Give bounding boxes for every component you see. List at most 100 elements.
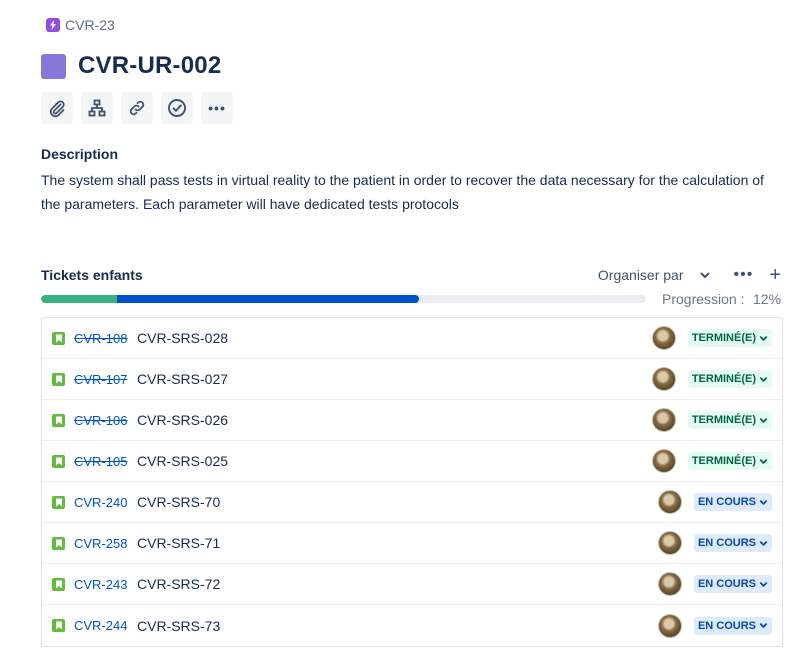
chevron-down-icon — [759, 498, 768, 507]
story-bookmark-icon — [52, 577, 65, 591]
status-dropdown[interactable]: TERMINÉ(E) — [687, 329, 772, 347]
story-bookmark-icon — [52, 454, 65, 468]
child-issue-key[interactable]: CVR-258 — [74, 536, 129, 551]
child-issue-meta: EN COURS — [657, 572, 782, 596]
child-issue-row[interactable]: CVR-244 CVR-SRS-73 EN COURS — [42, 605, 782, 646]
issue-type-icon — [41, 53, 66, 79]
paperclip-icon — [49, 100, 65, 118]
child-issues-header: Tickets enfants Organiser par ••• + — [41, 265, 781, 285]
assignee-avatar[interactable] — [657, 572, 682, 596]
story-bookmark-icon — [52, 619, 65, 632]
child-issues-actions: Organiser par ••• + — [598, 265, 781, 285]
assignee-avatar[interactable] — [657, 490, 682, 514]
chevron-down-icon[interactable] — [698, 268, 712, 282]
child-issue-row[interactable]: CVR-106 CVR-SRS-026 TERMINÉ(E) — [42, 400, 782, 441]
child-issue-meta: TERMINÉ(E) — [651, 449, 782, 473]
child-issues-title: Tickets enfants — [41, 267, 143, 283]
child-issue-summary[interactable]: CVR-SRS-027 — [137, 371, 228, 387]
child-issue-row[interactable]: CVR-105 CVR-SRS-025 TERMINÉ(E) — [42, 441, 782, 482]
child-issue-row[interactable]: CVR-108 CVR-SRS-028 TERMINÉ(E) — [42, 318, 782, 359]
issue-toolbar: ••• — [41, 92, 233, 124]
status-label: EN COURS — [697, 619, 756, 632]
add-child-issue-button[interactable]: + — [769, 265, 781, 285]
assignee-avatar[interactable] — [651, 326, 676, 350]
child-issue-row[interactable]: CVR-258 CVR-SRS-71 EN COURS — [42, 523, 782, 564]
description-label: Description — [41, 146, 119, 162]
child-issue-key[interactable]: CVR-107 — [74, 372, 129, 387]
epic-lightning-icon — [46, 18, 60, 32]
chevron-down-icon — [759, 580, 768, 589]
child-issue-meta: TERMINÉ(E) — [651, 408, 782, 432]
link-issue-button[interactable] — [121, 92, 153, 124]
more-actions-button[interactable]: ••• — [201, 92, 233, 124]
story-bookmark-icon — [52, 413, 65, 427]
status-label: EN COURS — [697, 578, 756, 590]
child-issue-row[interactable]: CVR-243 CVR-SRS-72 EN COURS — [42, 564, 782, 605]
parent-issue-key[interactable]: CVR-23 — [65, 17, 115, 33]
child-issue-key[interactable]: CVR-105 — [74, 454, 129, 469]
child-issue-row[interactable]: CVR-107 CVR-SRS-027 TERMINÉ(E) — [42, 359, 782, 400]
child-issue-summary[interactable]: CVR-SRS-028 — [137, 330, 228, 346]
child-issue-meta: TERMINÉ(E) — [651, 367, 782, 391]
status-dropdown[interactable]: TERMINÉ(E) — [687, 370, 772, 388]
assignee-avatar[interactable] — [657, 531, 682, 555]
child-issue-summary[interactable]: CVR-SRS-71 — [137, 535, 220, 551]
child-issue-key[interactable]: CVR-106 — [74, 413, 129, 428]
child-issue-meta: EN COURS — [657, 490, 782, 514]
assignee-avatar[interactable] — [651, 449, 676, 473]
assignee-avatar[interactable] — [657, 613, 682, 638]
child-issue-key[interactable]: CVR-244 — [74, 618, 129, 633]
story-bookmark-icon — [52, 372, 65, 386]
chevron-down-icon — [759, 539, 768, 548]
link-icon — [129, 100, 145, 116]
issue-title[interactable]: CVR-UR-002 — [78, 52, 221, 80]
child-issue-summary[interactable]: CVR-SRS-72 — [137, 576, 220, 592]
assignee-avatar[interactable] — [651, 367, 676, 391]
status-dropdown[interactable]: EN COURS — [693, 534, 772, 552]
more-icon: ••• — [208, 100, 226, 116]
status-label: TERMINÉ(E) — [691, 455, 756, 467]
status-label: EN COURS — [697, 537, 756, 549]
description-text[interactable]: The system shall pass tests in virtual r… — [41, 168, 781, 216]
child-issue-meta: EN COURS — [657, 613, 782, 638]
check-circle-icon — [168, 99, 186, 117]
chevron-down-icon — [759, 621, 768, 630]
status-label: TERMINÉ(E) — [691, 373, 756, 385]
progress-inprogress-segment — [116, 295, 420, 303]
hierarchy-icon — [88, 99, 106, 117]
child-issues-more-button[interactable]: ••• — [734, 267, 754, 283]
child-issue-row[interactable]: CVR-240 CVR-SRS-70 EN COURS — [42, 482, 782, 523]
issue-title-row: CVR-UR-002 — [41, 52, 221, 80]
child-issues-list: CVR-108 CVR-SRS-028 TERMINÉ(E) CVR-107 C… — [41, 317, 783, 647]
child-issue-key[interactable]: CVR-108 — [74, 331, 129, 346]
chevron-down-icon — [759, 375, 768, 384]
child-issue-key[interactable]: CVR-240 — [74, 495, 129, 510]
progress-bar — [41, 295, 646, 303]
progress-row: Progression : 12% — [41, 291, 781, 307]
child-issue-summary[interactable]: CVR-SRS-73 — [137, 618, 220, 634]
approve-button[interactable] — [161, 92, 193, 124]
status-dropdown[interactable]: EN COURS — [693, 616, 772, 635]
chevron-down-icon — [759, 416, 768, 425]
parent-breadcrumb[interactable]: CVR-23 — [46, 17, 115, 33]
story-bookmark-icon — [52, 331, 65, 345]
child-issue-key[interactable]: CVR-243 — [74, 577, 129, 592]
progress-done-segment — [41, 295, 117, 303]
child-issue-summary[interactable]: CVR-SRS-025 — [137, 453, 228, 469]
chevron-down-icon — [759, 334, 768, 343]
progress-value: 12% — [752, 291, 781, 307]
child-issue-summary[interactable]: CVR-SRS-70 — [137, 494, 220, 510]
status-dropdown[interactable]: TERMINÉ(E) — [687, 452, 772, 470]
status-label: TERMINÉ(E) — [691, 414, 756, 426]
assignee-avatar[interactable] — [651, 408, 676, 432]
status-label: TERMINÉ(E) — [691, 332, 756, 344]
sort-by-button[interactable]: Organiser par — [598, 267, 684, 283]
attach-button[interactable] — [41, 92, 73, 124]
child-issue-button[interactable] — [81, 92, 113, 124]
status-dropdown[interactable]: EN COURS — [693, 493, 772, 511]
progress-label: Progression : — [662, 291, 745, 307]
child-issue-summary[interactable]: CVR-SRS-026 — [137, 412, 228, 428]
story-bookmark-icon — [52, 536, 65, 550]
status-dropdown[interactable]: TERMINÉ(E) — [687, 411, 772, 429]
status-dropdown[interactable]: EN COURS — [693, 575, 772, 593]
